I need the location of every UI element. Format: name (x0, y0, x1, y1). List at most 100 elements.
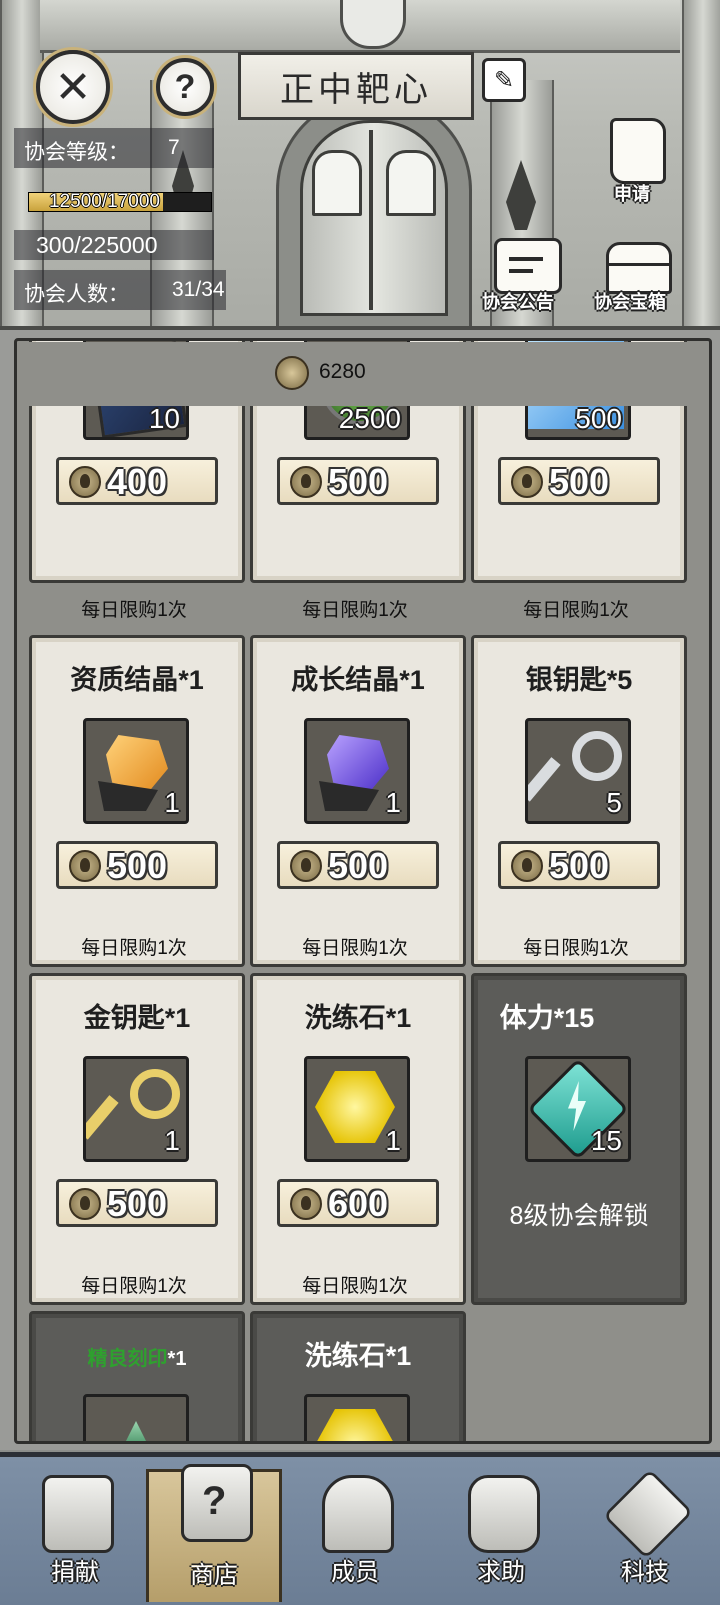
yellow-gem-icon: 1 (304, 1056, 410, 1162)
energy-icon: 15 (525, 1056, 631, 1162)
yellow-gem-icon (304, 1394, 410, 1441)
coin-balance: 6280 (319, 360, 366, 383)
item-name: 金钥匙*1 (83, 1003, 191, 1033)
coin-icon (290, 1188, 322, 1220)
item-quantity: 15 (590, 1125, 622, 1156)
door-divider (369, 130, 373, 310)
members-icon (322, 1475, 394, 1553)
tech-icon (602, 1468, 694, 1560)
item-quantity: 1 (385, 787, 401, 818)
item-name: 洗练石*1 (304, 1341, 412, 1371)
unlock-requirement-text: 8级协会解锁 (509, 1202, 649, 1230)
buy-button[interactable]: 500 (277, 841, 439, 889)
question-icon: ? (174, 67, 196, 106)
coin-balance-bar: 6280 (17, 342, 703, 406)
door-window-left (312, 150, 362, 216)
shop-item-card[interactable]: 金钥匙*1 1 500 (29, 973, 245, 1305)
buy-button[interactable]: 600 (277, 1179, 439, 1227)
locked-item-card[interactable]: 体力*15 15 8级协会解锁 (471, 973, 687, 1305)
item-price: 500 (549, 461, 610, 502)
guild-name-banner: 正中靶心 (238, 52, 474, 120)
silver-key-icon: 5 (525, 718, 631, 824)
daily-limit-text: 每日限购1次 (81, 600, 187, 621)
guild-chest-button[interactable]: 协会宝箱 (588, 238, 688, 314)
nav-label: 成员 (331, 1559, 379, 1586)
nav-tab-members[interactable]: 成员 (290, 1469, 420, 1599)
item-quantity: 5 (606, 787, 622, 818)
item-price: 500 (107, 845, 168, 886)
member-count-row: 协会人数： 31/34 (14, 270, 226, 310)
guild-chest-label: 协会宝箱 (594, 292, 666, 312)
coin-icon (511, 466, 543, 498)
item-name: 体力*15 (499, 1003, 595, 1033)
daily-limit-text: 每日限购1次 (523, 600, 629, 621)
coin-icon (290, 466, 322, 498)
scroll-icon (610, 118, 666, 184)
funds-row: 300/225000 (14, 230, 214, 260)
member-count-value: 31/34 (172, 278, 225, 301)
member-count-label: 协会人数： (24, 283, 129, 306)
buy-button[interactable]: 500 (56, 1179, 218, 1227)
coin-icon (511, 850, 543, 882)
item-quantity: 2500 (338, 403, 401, 434)
item-name: 成长结晶*1 (291, 665, 425, 695)
buy-button[interactable]: 500 (498, 457, 660, 505)
shop-item-card[interactable]: 资质结晶*1 1 500 (29, 635, 245, 967)
guild-name: 正中靶心 (280, 69, 432, 110)
shop-panel[interactable]: 10 400 2500 500 500 500 每日限购1次 每日限购1次 每日… (14, 338, 712, 1444)
pencil-icon: ✎ (493, 66, 515, 94)
buy-button[interactable]: 400 (56, 457, 218, 505)
daily-limit-text: 每日限购1次 (302, 600, 408, 621)
shop-icon: ? (181, 1464, 253, 1542)
guild-notice-button[interactable]: 协会公告 (478, 228, 578, 314)
item-name: 洗练石*1 (304, 1003, 412, 1033)
item-price: 400 (107, 461, 168, 502)
item-quantity: 1 (385, 1125, 401, 1156)
item-quantity: 10 (148, 403, 180, 434)
shop-item-card[interactable]: 洗练石*1 1 600 (250, 973, 466, 1305)
coin-icon (69, 850, 101, 882)
nav-label: 科技 (621, 1559, 669, 1586)
exp-bar: 12500/17000 (28, 191, 212, 212)
daily-limit-text: 每日限购1次 (302, 1276, 408, 1297)
nav-label: 商店 (190, 1562, 238, 1589)
shop-item-card[interactable]: 成长结晶*1 1 500 (250, 635, 466, 967)
nav-tab-shop[interactable]: ? 商店 (146, 1464, 282, 1602)
daily-limit-text: 每日限购1次 (81, 938, 187, 959)
coin-icon (275, 356, 309, 390)
close-button[interactable]: ✕ (36, 50, 110, 124)
coin-icon (290, 850, 322, 882)
help-button[interactable]: ? (156, 58, 214, 116)
guild-level-label: 协会等级： (24, 141, 129, 164)
guild-level-row: 协会等级： 7 (14, 128, 214, 168)
buy-button[interactable]: 500 (56, 841, 218, 889)
apply-label: 申请 (614, 184, 650, 204)
locked-item-card[interactable]: 洗练石*1 (250, 1311, 466, 1441)
item-name-suffix: *1 (167, 1348, 187, 1370)
locked-item-card[interactable]: 精良刻印*1 (29, 1311, 245, 1441)
gold-key-icon: 1 (83, 1056, 189, 1162)
buy-button[interactable]: 500 (277, 457, 439, 505)
item-quantity: 1 (164, 1125, 180, 1156)
nav-tab-help[interactable]: 求助 (436, 1469, 566, 1599)
daily-limit-text: 每日限购1次 (302, 938, 408, 959)
nav-tab-tech[interactable]: 科技 (580, 1468, 710, 1599)
shop-item-card[interactable]: 银钥匙*5 5 500 (471, 635, 687, 967)
item-price: 500 (107, 1183, 168, 1224)
nav-tab-donate[interactable]: 捐献 (10, 1469, 140, 1599)
item-price: 500 (549, 845, 610, 886)
edit-name-button[interactable]: ✎ (482, 58, 526, 102)
chest-icon (606, 242, 672, 294)
item-price: 500 (328, 845, 389, 886)
coin-icon (69, 466, 101, 498)
close-icon: ✕ (54, 62, 92, 112)
daily-limit-text: 每日限购1次 (523, 938, 629, 959)
apply-button[interactable]: 申请 (598, 118, 674, 210)
orange-crystal-icon: 1 (83, 718, 189, 824)
nav-label: 捐献 (51, 1559, 99, 1586)
exp-text: 12500/17000 (49, 191, 160, 212)
item-price: 500 (328, 461, 389, 502)
buy-button[interactable]: 500 (498, 841, 660, 889)
guild-notice-label: 协会公告 (482, 292, 554, 312)
bottom-nav: 捐献 ? 商店 成员 求助 科技 (0, 1452, 720, 1605)
